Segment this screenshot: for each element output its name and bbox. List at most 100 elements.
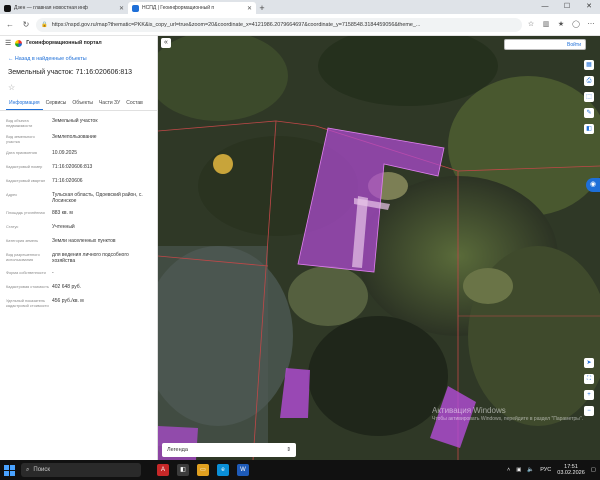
property-label: Вид объекта недвижимости — [6, 118, 33, 128]
url-field[interactable]: 🔒 https://nspd.gov.ru/map?thematic=PKK&i… — [36, 17, 522, 32]
property-row: Вид земельного участка Землепользование — [6, 131, 151, 147]
browser-tab-nspd[interactable]: НСПД | Геоинформационный п ✕ — [128, 2, 256, 14]
property-row: Вид объекта недвижимости Земельный участо… — [6, 115, 151, 131]
property-row: Вид разрешенного использования для ведени… — [6, 249, 151, 267]
layers-icon[interactable]: ▦ — [584, 60, 594, 70]
property-value: Земли населенных пунктов — [52, 238, 116, 244]
back-arrow-icon[interactable]: ← — [4, 19, 16, 31]
map-view[interactable]: « Войти ▦ ⎙ ⬚ ✎ ◧ ◉ ➤ ⛶ + − Активация Wi… — [158, 36, 600, 460]
favorites-icon[interactable]: ★ — [556, 20, 566, 30]
portal-title: Геоинформационный портал — [26, 40, 102, 46]
locate-icon[interactable]: ➤ — [584, 358, 594, 368]
property-label: Удельный показатель кадастровой стоимост… — [6, 298, 49, 308]
info-tabs: Информация Сервисы Объекты Части ЗУ Сост… — [0, 97, 157, 111]
property-label: Кадастровый номер — [6, 164, 43, 169]
property-label: Вид разрешенного использования — [6, 252, 40, 262]
property-label: Вид земельного участка — [6, 134, 35, 144]
property-value: 71:16:020606:813 — [52, 164, 93, 170]
map-tools-top: ▦ ⎙ ⬚ ✎ ◧ — [584, 60, 594, 134]
tab-services[interactable]: Сервисы — [43, 97, 70, 110]
property-row: Дата присвоения 10.09.2025 — [6, 147, 151, 161]
property-value: 10.09.2025 — [52, 150, 78, 156]
tab-info[interactable]: Информация — [6, 97, 43, 110]
property-row: Кадастровый квартал 71:16:020606 — [6, 175, 151, 189]
property-row: Статус Учтенный — [6, 221, 151, 235]
tab-objects[interactable]: Объекты — [69, 97, 96, 110]
close-tab-icon[interactable]: ✕ — [119, 5, 124, 12]
close-window-icon[interactable]: ✕ — [578, 0, 600, 14]
profile-icon[interactable]: ◯ — [571, 20, 581, 30]
new-tab-button[interactable]: + — [256, 2, 268, 14]
windows-start-icon[interactable] — [4, 464, 15, 476]
property-row: Адрес Тульская область, Одоевский район, … — [6, 189, 151, 207]
property-value: Учтенный — [52, 224, 75, 230]
clock[interactable]: 17:51 03.02.2026 — [557, 464, 585, 476]
property-value: 456 руб./кв. м — [52, 298, 84, 304]
tab-title: Дзен — главная новостная инф — [14, 5, 88, 11]
task-view-icon[interactable]: ◧ — [177, 464, 189, 476]
zoom-out-icon[interactable]: − — [584, 406, 594, 416]
collapse-panel-button[interactable]: « — [161, 38, 171, 48]
assistant-icon[interactable]: ◉ — [586, 178, 600, 192]
property-label: Кадастровая стоимость — [6, 284, 49, 289]
print-icon[interactable]: ⎙ — [584, 76, 594, 86]
menu-icon[interactable]: ☰ — [5, 39, 11, 47]
more-icon[interactable]: ⋯ — [586, 20, 596, 30]
property-row: Площадь уточнённая 883 кв. м — [6, 207, 151, 221]
property-label: Статус — [6, 224, 19, 229]
favorite-star-icon[interactable]: ☆ — [0, 76, 157, 92]
browser-tab-dzen[interactable]: Дзен — главная новостная инф ✕ — [0, 2, 128, 14]
property-value: 71:16:020606 — [52, 178, 83, 184]
map-tools-bottom: ➤ ⛶ + − — [584, 358, 594, 416]
browser-tab-strip: Дзен — главная новостная инф ✕ НСПД | Ге… — [0, 0, 600, 14]
property-label: Категория земель — [6, 238, 39, 243]
tab-composition[interactable]: Состав — [123, 97, 146, 110]
reload-icon[interactable]: ↻ — [20, 19, 32, 31]
portal-logo-icon — [15, 39, 23, 47]
taskbar-search[interactable]: ⌕ Поиск — [21, 463, 141, 477]
property-value: для ведения личного подсобного хозяйства — [52, 252, 129, 264]
property-value: - — [52, 270, 54, 276]
property-label: Форма собственности — [6, 270, 46, 275]
nspd-favicon-icon — [132, 4, 139, 12]
word-icon[interactable]: W — [237, 464, 249, 476]
property-value: 883 кв. м — [52, 210, 73, 216]
property-value: Земельный участок — [52, 118, 98, 124]
notifications-icon[interactable]: ▢ — [591, 467, 596, 473]
legend-dropdown[interactable]: Легенда ⇕ — [162, 443, 296, 457]
property-value: Землепользование — [52, 134, 97, 140]
zoom-in-icon[interactable]: + — [584, 390, 594, 400]
portal-header: ☰ Геоинформационный портал — [0, 36, 157, 50]
minimize-icon[interactable]: — — [534, 0, 556, 14]
property-list: Вид объекта недвижимости Земельный участо… — [0, 111, 157, 315]
search-placeholder: Поиск — [33, 467, 51, 473]
property-row: Кадастровый номер 71:16:020606:813 — [6, 161, 151, 175]
search-icon: ⌕ — [26, 466, 30, 473]
measure-icon[interactable]: ⬚ — [584, 92, 594, 102]
star-icon[interactable]: ☆ — [526, 20, 536, 30]
url-text: https://nspd.gov.ru/map?thematic=PKK&is_… — [51, 21, 421, 28]
split-view-icon[interactable]: ▥ — [541, 20, 551, 30]
bookmark-icon[interactable]: ◧ — [584, 124, 594, 134]
windows-activation-watermark: Активация Windows Чтобы активировать Win… — [432, 406, 583, 422]
property-row: Категория земель Земли населенных пунктов — [6, 235, 151, 249]
fullscreen-icon[interactable]: ⛶ — [584, 374, 594, 384]
volume-icon[interactable]: 🔈 — [527, 467, 534, 473]
draw-icon[interactable]: ✎ — [584, 108, 594, 118]
maximize-icon[interactable]: ☐ — [556, 0, 578, 14]
acrobat-icon[interactable]: A — [157, 464, 169, 476]
edge-browser-icon[interactable]: e — [217, 464, 229, 476]
back-to-results-link[interactable]: ← Назад в найденные объекты — [0, 50, 157, 62]
file-explorer-icon[interactable]: ▭ — [197, 464, 209, 476]
language-indicator[interactable]: РУС — [540, 467, 551, 473]
login-button[interactable]: Войти — [504, 39, 586, 50]
close-tab-icon[interactable]: ✕ — [247, 5, 252, 12]
expand-icon: ⇕ — [286, 447, 291, 453]
watermark-title: Активация Windows — [432, 406, 506, 415]
legend-label: Легенда — [167, 447, 188, 453]
window-controls: — ☐ ✕ — [534, 0, 600, 14]
property-row: Форма собственности - — [6, 267, 151, 281]
tab-parts[interactable]: Части ЗУ — [96, 97, 123, 110]
chevron-up-icon[interactable]: ˄ — [507, 467, 510, 473]
network-icon[interactable]: ▣ — [516, 467, 521, 473]
